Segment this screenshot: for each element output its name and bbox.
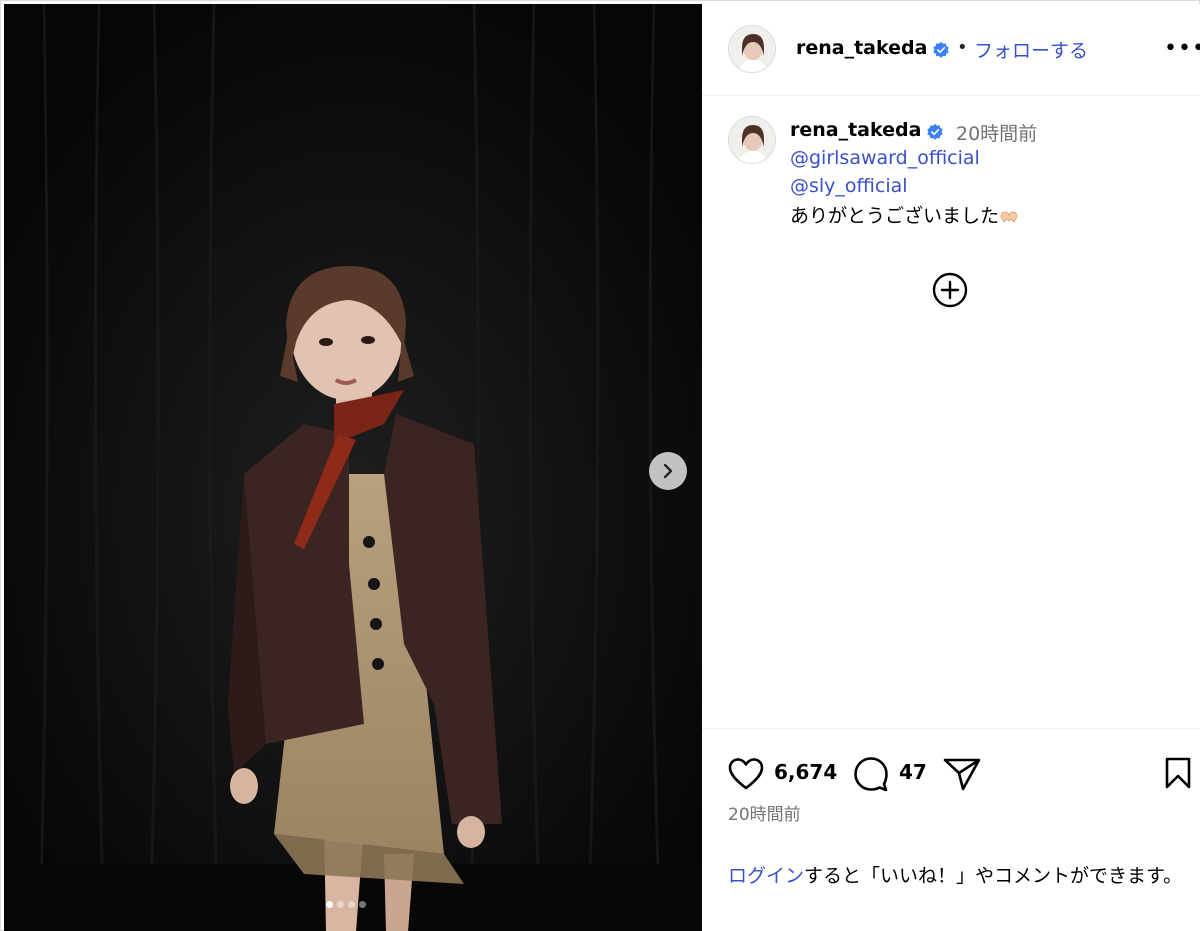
caption-text-content: ありがとうございました [790, 205, 1000, 227]
mention-link[interactable]: @sly_official [790, 175, 908, 197]
carousel-dot-active [326, 901, 333, 908]
carousel-next-button[interactable] [649, 452, 687, 490]
mention-link[interactable]: @girlsaward_official [790, 147, 980, 169]
login-link[interactable]: ログイン [728, 865, 804, 887]
comment-bubble-icon[interactable] [853, 756, 889, 792]
plus-circle-icon[interactable] [931, 271, 969, 309]
verified-badge-icon [933, 41, 949, 58]
carousel-dot [348, 901, 355, 908]
caption-username[interactable]: rena_takeda [790, 119, 921, 141]
caption-time[interactable]: 20時間前 [956, 119, 1037, 146]
post-side-panel: rena_takeda • フォローする ••• rena_takeda [702, 4, 1200, 931]
post-photo[interactable] [4, 4, 702, 931]
like-count[interactable]: 6,674 [774, 760, 837, 784]
avatar[interactable] [728, 25, 776, 73]
post-frame: rena_takeda • フォローする ••• rena_takeda [0, 0, 1200, 931]
username[interactable]: rena_takeda [796, 37, 927, 59]
avatar-image [729, 117, 775, 163]
paper-plane-icon[interactable] [942, 756, 982, 792]
bookmark-icon[interactable] [1164, 756, 1192, 790]
more-options-icon[interactable]: ••• [1164, 36, 1200, 61]
follow-button[interactable]: フォローする [974, 36, 1088, 63]
heart-icon[interactable] [728, 757, 764, 791]
separator-dot: • [957, 37, 968, 58]
caption-avatar[interactable] [728, 116, 776, 164]
verified-badge-icon [927, 123, 943, 140]
post-header: rena_takeda • フォローする ••• [702, 4, 1200, 96]
heart-hands-emoji-icon [1000, 211, 1018, 223]
photo-image [4, 4, 702, 931]
comment-count[interactable]: 47 [899, 760, 927, 784]
carousel-dot [337, 901, 344, 908]
avatar-image [729, 26, 775, 72]
login-prompt-text: すると「いいね！」やコメントができます。 [804, 865, 1183, 887]
chevron-right-icon [663, 463, 673, 479]
login-prompt: ログインすると「いいね！」やコメントができます。 [728, 861, 1188, 891]
carousel-indicator [326, 901, 366, 908]
post-timestamp[interactable]: 20時間前 [728, 800, 801, 825]
carousel-dot [359, 901, 366, 908]
caption-text: ありがとうございました [790, 201, 1019, 228]
action-bar: 6,674 47 20時間前 ログインすると「いいね！」やコメントができます。 [702, 728, 1200, 931]
